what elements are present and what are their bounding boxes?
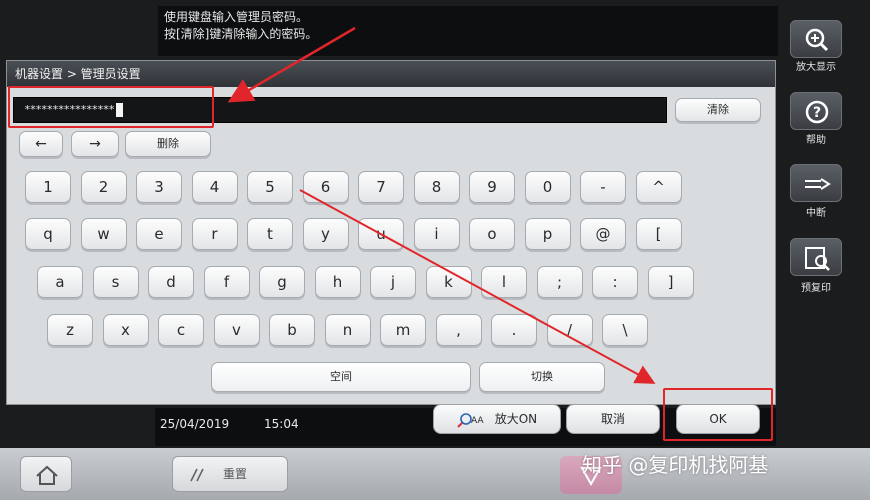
preview-icon: [805, 247, 830, 271]
reset-icon: [190, 468, 204, 482]
reset-button[interactable]: 重置: [172, 456, 288, 492]
help-icon: ?: [805, 100, 829, 124]
interrupt-icon: [805, 178, 831, 190]
annotation-arrows: [227, 26, 656, 384]
svg-text:?: ?: [813, 105, 821, 121]
arrow-to-password: [227, 26, 356, 103]
arrow-to-ok: [299, 189, 656, 384]
help-label: 帮助: [806, 135, 826, 146]
help-button[interactable]: ?: [790, 92, 842, 130]
zoom-display-label: 放大显示: [796, 62, 836, 73]
home-button[interactable]: [20, 456, 72, 492]
home-icon: [36, 465, 58, 485]
watermark: 知乎 @复印机找阿基: [582, 453, 769, 477]
zoom-display-button[interactable]: [790, 20, 842, 58]
interrupt-button[interactable]: [790, 164, 842, 202]
zoom-in-icon: [805, 28, 829, 52]
reset-label: 重置: [223, 467, 248, 481]
preview-label: 预复印: [801, 283, 831, 294]
preview-button[interactable]: [790, 238, 842, 276]
interrupt-label: 中断: [806, 208, 826, 219]
